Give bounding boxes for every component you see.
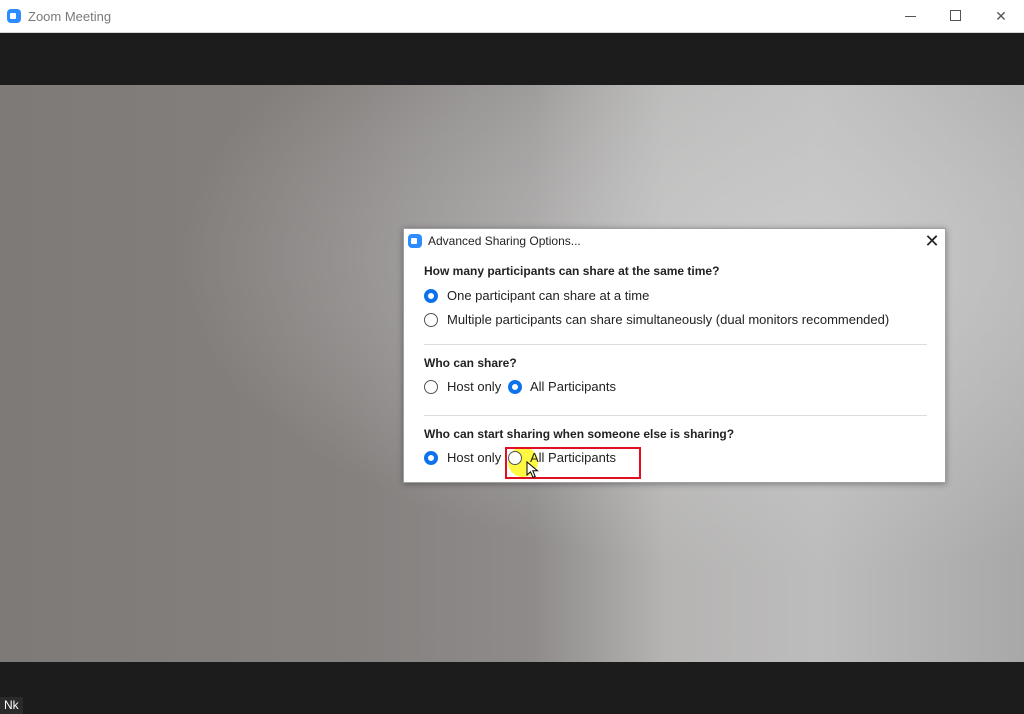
radio-start-host-only[interactable] <box>424 451 438 465</box>
dialog-title: Advanced Sharing Options... <box>428 234 581 248</box>
title-bar: Zoom Meeting ✕ <box>0 0 1024 33</box>
radio-share-host-only[interactable] <box>424 380 438 394</box>
dialog-close-button[interactable]: ✕ <box>922 231 942 251</box>
option-multiple-participants-label[interactable]: Multiple participants can share simultan… <box>447 312 889 327</box>
zoom-logo-icon <box>408 234 422 248</box>
close-window-button[interactable]: ✕ <box>987 4 1015 28</box>
option-share-host-only-label[interactable]: Host only <box>447 379 501 394</box>
zoom-meeting-window: Zoom Meeting ✕ Nk Advanced Sharing Optio… <box>0 0 1024 714</box>
minimize-icon <box>905 16 916 17</box>
radio-multiple-participants[interactable] <box>424 313 438 327</box>
option-start-host-only-label[interactable]: Host only <box>447 450 501 465</box>
question-start-sharing-while-sharing: Who can start sharing when someone else … <box>424 427 735 441</box>
question-concurrent-sharing: How many participants can share at the s… <box>424 264 720 278</box>
radio-share-all-participants[interactable] <box>508 380 522 394</box>
maximize-icon <box>950 10 961 21</box>
radio-start-all-participants[interactable] <box>508 451 522 465</box>
maximize-button[interactable] <box>941 4 969 28</box>
option-one-participant-label[interactable]: One participant can share at a time <box>447 288 649 303</box>
minimize-button[interactable] <box>896 4 924 28</box>
section-divider <box>424 344 927 345</box>
zoom-logo-icon <box>7 9 21 23</box>
option-share-all-participants-label[interactable]: All Participants <box>530 379 616 394</box>
question-who-can-share: Who can share? <box>424 356 517 370</box>
participant-name-tag: Nk <box>0 697 23 714</box>
radio-one-participant[interactable] <box>424 289 438 303</box>
window-title: Zoom Meeting <box>28 9 112 24</box>
option-start-all-participants-label[interactable]: All Participants <box>530 450 616 465</box>
advanced-sharing-options-dialog: Advanced Sharing Options... ✕ How many p… <box>403 228 946 483</box>
section-divider <box>424 415 927 416</box>
